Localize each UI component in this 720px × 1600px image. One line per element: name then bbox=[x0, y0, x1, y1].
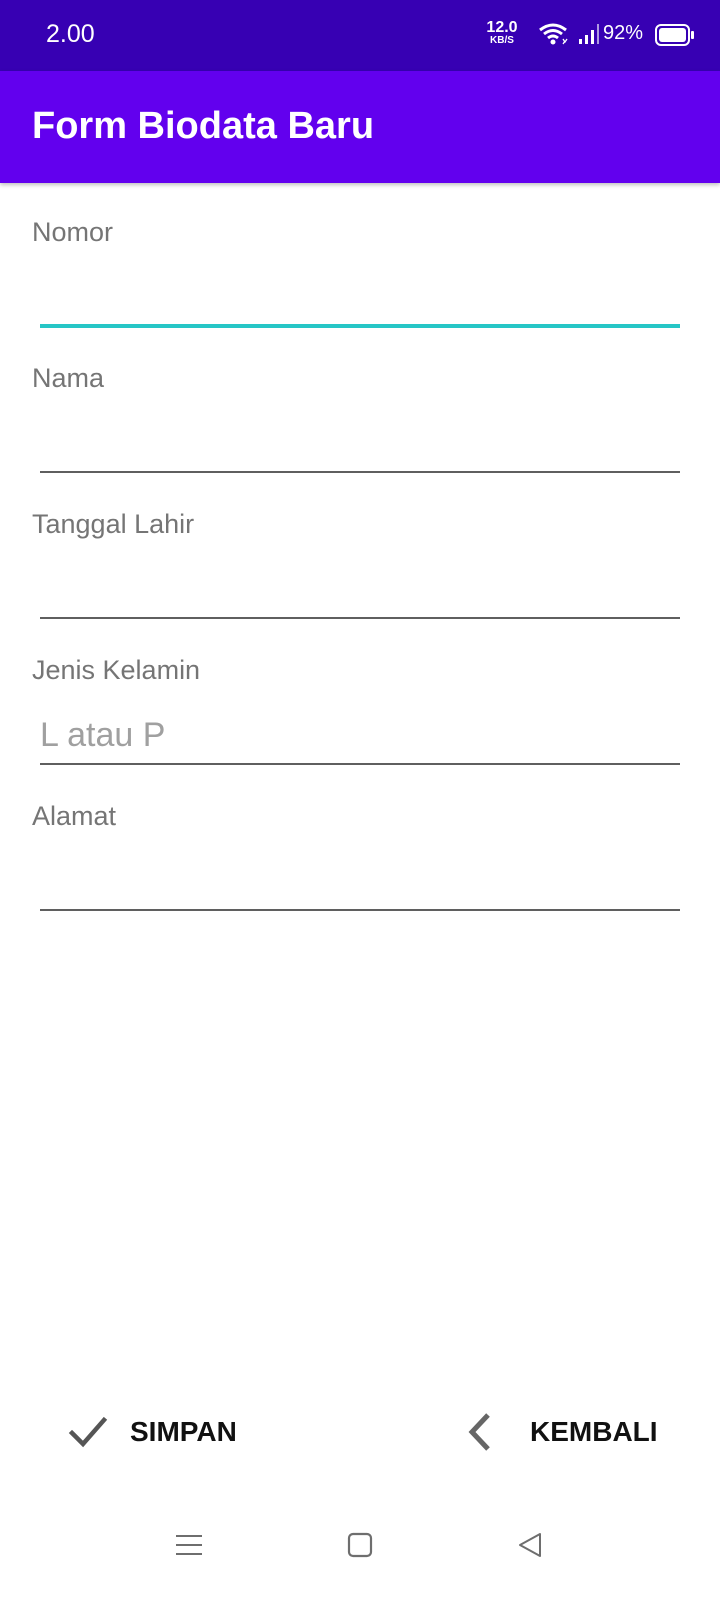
app-bar: Form Biodata Baru bbox=[0, 71, 720, 183]
jenis-kelamin-underline bbox=[40, 763, 680, 765]
check-icon bbox=[68, 1412, 108, 1452]
field-label-jenis-kelamin: Jenis Kelamin bbox=[32, 655, 201, 685]
field-label-alamat: Alamat bbox=[32, 801, 117, 831]
field-nomor: Nomor bbox=[0, 183, 720, 332]
back-button[interactable]: KEMBALI bbox=[468, 1400, 658, 1464]
field-nama: Nama bbox=[0, 329, 720, 478]
field-label-tanggal-lahir: Tanggal Lahir bbox=[32, 509, 195, 539]
tanggal-lahir-input[interactable] bbox=[40, 565, 680, 613]
network-speed: 12.0 KB/S bbox=[480, 20, 524, 46]
home-icon[interactable] bbox=[347, 1532, 373, 1563]
nomor-underline-focused bbox=[40, 324, 680, 328]
system-nav-bar bbox=[0, 1520, 720, 1600]
alamat-input[interactable] bbox=[40, 857, 680, 905]
status-bar: 2.00 12.0 KB/S 92% bbox=[0, 0, 720, 71]
battery-icon bbox=[655, 24, 695, 51]
nomor-input[interactable] bbox=[40, 273, 680, 321]
menu-icon[interactable] bbox=[176, 1532, 202, 1563]
status-time: 2.00 bbox=[46, 20, 95, 48]
save-button-label: SIMPAN bbox=[130, 1416, 237, 1447]
page-title: Form Biodata Baru bbox=[32, 105, 375, 147]
signal-icon bbox=[578, 22, 600, 51]
network-speed-unit: KB/S bbox=[490, 35, 514, 46]
back-triangle-icon[interactable] bbox=[517, 1532, 543, 1563]
field-alamat: Alamat bbox=[0, 767, 720, 916]
field-tanggal-lahir: Tanggal Lahir bbox=[0, 475, 720, 624]
jenis-kelamin-input[interactable] bbox=[40, 711, 680, 759]
save-button[interactable]: SIMPAN bbox=[68, 1400, 237, 1464]
nama-input[interactable] bbox=[40, 419, 680, 467]
network-speed-value: 12.0 bbox=[486, 19, 518, 36]
battery-percent: 92% bbox=[603, 22, 644, 44]
alamat-underline bbox=[40, 909, 680, 911]
field-jenis-kelamin: Jenis Kelamin bbox=[0, 621, 720, 770]
nama-underline bbox=[40, 471, 680, 473]
chevron-left-icon bbox=[468, 1412, 508, 1452]
status-icons: 12.0 KB/S 92% bbox=[460, 0, 720, 71]
field-label-nama: Nama bbox=[32, 363, 105, 393]
tanggal-lahir-underline bbox=[40, 617, 680, 619]
field-label-nomor: Nomor bbox=[32, 217, 114, 247]
wifi-icon bbox=[538, 22, 568, 51]
back-button-label: KEMBALI bbox=[530, 1416, 658, 1447]
